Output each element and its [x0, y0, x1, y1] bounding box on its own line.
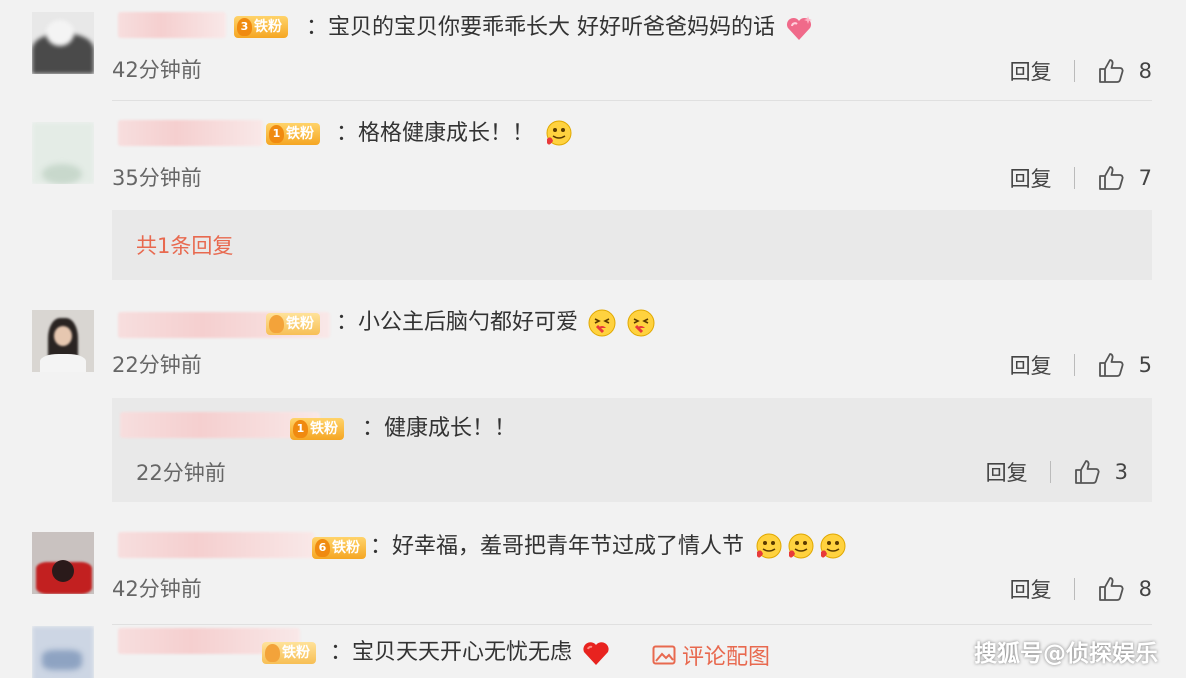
badge-label: 铁粉	[310, 421, 338, 437]
avatar[interactable]	[32, 310, 94, 372]
tongue-face-icon	[756, 533, 782, 559]
comment-time: 22分钟前	[112, 353, 202, 377]
comment-actions: 回复 5	[1010, 350, 1152, 380]
thumbs-up-icon[interactable]	[1097, 575, 1125, 603]
fan-badge: 6 铁粉	[312, 537, 366, 559]
thumbs-up-icon[interactable]	[1097, 57, 1125, 85]
thumbs-up-icon[interactable]	[1097, 164, 1125, 192]
avatar[interactable]	[32, 532, 94, 594]
avatar[interactable]	[32, 12, 94, 74]
more-replies-box[interactable]: 共1条回复	[112, 210, 1152, 280]
divider	[1073, 578, 1075, 600]
comment-3: 铁粉 ：小公主后脑勺都好可爱 22分钟前 回复 5 1 铁粉 ：健康成长！！ 2…	[0, 286, 1186, 510]
badge-level	[269, 315, 284, 333]
sub-reply: 1 铁粉 ：健康成长！！ 22分钟前 回复 3	[112, 398, 1152, 502]
comment-actions: 回复 8	[1010, 574, 1152, 604]
comment-text-content: ：格格健康成长！！	[336, 121, 535, 146]
comment-actions: 回复 8	[1010, 56, 1152, 86]
reply-button[interactable]: 回复	[1010, 56, 1052, 86]
comment-text: ：格格健康成长！！	[336, 119, 573, 149]
comment-actions: 回复 7	[1010, 163, 1152, 193]
comment-text-content: ：宝贝的宝贝你要乖乖长大 好好听爸爸妈妈的话	[306, 15, 775, 40]
comment-text: ：好幸福，羞哥把青年节过成了情人节	[370, 532, 847, 562]
badge-level: 1	[293, 420, 308, 438]
comment-text: ：宝贝天天开心无忧无虑	[330, 638, 611, 668]
image-link-label: 评论配图	[682, 645, 771, 670]
comment-text-content: ：小公主后脑勺都好可爱	[336, 310, 579, 335]
badge-label: 铁粉	[254, 19, 282, 35]
heart-sparkle-icon	[786, 16, 812, 40]
like-count: 3	[1114, 460, 1128, 484]
avatar[interactable]	[32, 626, 94, 678]
comment-time: 42分钟前	[112, 58, 202, 82]
divider	[1049, 461, 1051, 483]
sub-reply-actions: 回复 3	[986, 457, 1128, 487]
divider	[1073, 60, 1075, 82]
reply-button[interactable]: 回复	[986, 457, 1028, 487]
badge-label: 铁粉	[282, 645, 310, 661]
comment-text-content: ：好幸福，羞哥把青年节过成了情人节	[370, 534, 745, 559]
fan-badge: 铁粉	[262, 642, 316, 664]
sub-reply-time: 22分钟前	[136, 461, 226, 485]
reply-button[interactable]: 回复	[1010, 574, 1052, 604]
fan-badge: 1 铁粉	[266, 123, 320, 145]
comment-4: 6 铁粉 ：好幸福，羞哥把青年节过成了情人节 42分钟前 回复 8	[0, 510, 1186, 628]
fan-badge: 1 铁粉	[290, 418, 344, 440]
comment-1: 3 铁粉 ：宝贝的宝贝你要乖乖长大 好好听爸爸妈妈的话 42分钟前 回复 8	[0, 0, 1186, 101]
thumbs-up-icon[interactable]	[1073, 458, 1101, 486]
thumbs-up-icon[interactable]	[1097, 351, 1125, 379]
comment-text: ：小公主后脑勺都好可爱	[336, 308, 656, 338]
like-count: 8	[1138, 59, 1152, 83]
watermark: 搜狐号@侦探娱乐	[974, 641, 1158, 667]
badge-label: 铁粉	[286, 126, 314, 142]
fan-badge: 铁粉	[266, 313, 320, 335]
tongue-face-icon	[546, 120, 572, 146]
like-count: 7	[1138, 166, 1152, 190]
like-count: 8	[1138, 577, 1152, 601]
red-heart-icon	[583, 642, 609, 665]
badge-label: 铁粉	[286, 316, 314, 332]
sub-reply-text: ：健康成长！！	[362, 416, 517, 441]
divider	[1073, 354, 1075, 376]
tongue-face-icon	[820, 533, 846, 559]
reply-button[interactable]: 回复	[1010, 163, 1052, 193]
image-icon	[652, 645, 676, 665]
more-replies-link[interactable]: 共1条回复	[136, 230, 233, 260]
comment-image-link[interactable]: 评论配图	[652, 639, 770, 671]
username-blurred[interactable]	[118, 120, 263, 146]
comment-time: 42分钟前	[112, 577, 202, 601]
kiss-face-icon	[588, 309, 616, 337]
fan-badge: 3 铁粉	[234, 16, 288, 38]
username-blurred[interactable]	[118, 532, 314, 558]
username-blurred[interactable]	[118, 12, 226, 38]
badge-level: 3	[237, 18, 252, 36]
badge-level: 1	[269, 125, 284, 143]
comment-text: ：宝贝的宝贝你要乖乖长大 好好听爸爸妈妈的话	[306, 13, 814, 43]
tongue-face-icon	[788, 533, 814, 559]
divider	[1073, 167, 1075, 189]
badge-level	[265, 644, 280, 662]
comment-time: 35分钟前	[112, 166, 202, 190]
reply-button[interactable]: 回复	[1010, 350, 1052, 380]
comment-text-content: ：宝贝天天开心无忧无虑	[330, 640, 573, 665]
badge-level: 6	[315, 539, 330, 557]
kiss-face-icon	[627, 309, 655, 337]
avatar[interactable]	[32, 122, 94, 184]
badge-label: 铁粉	[332, 540, 360, 556]
like-count: 5	[1138, 353, 1152, 377]
comment-2: 1 铁粉 ：格格健康成长！！ 35分钟前 回复 7 共1条回复	[0, 100, 1186, 286]
